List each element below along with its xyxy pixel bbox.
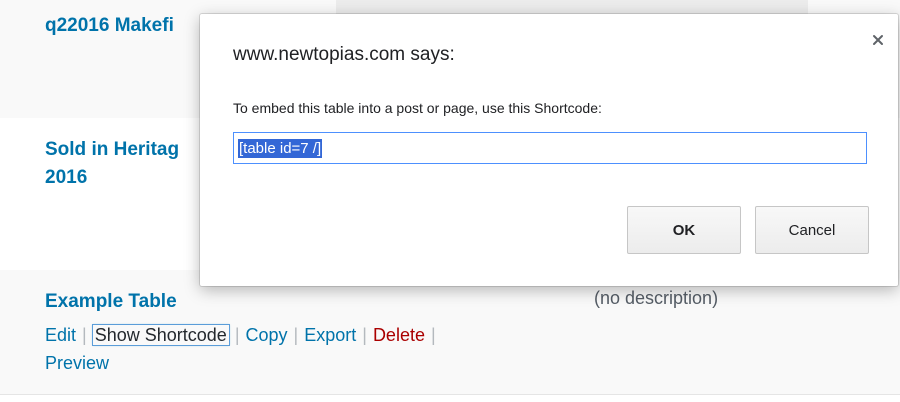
row-title-line1[interactable]: Sold in Heritag [45, 139, 179, 160]
row-title-example-table[interactable]: Example Table [45, 288, 177, 316]
javascript-prompt-dialog: www.newtopias.com says: To embed this ta… [200, 14, 898, 286]
row-title-line2[interactable]: 2016 [45, 167, 87, 188]
edit-link[interactable]: Edit [45, 325, 76, 345]
shortcode-input[interactable]: [table id=7 /] [233, 132, 867, 164]
delete-link[interactable]: Delete [373, 325, 425, 345]
row-title-sold-in-heritage[interactable]: Sold in Heritag 2016 [45, 136, 179, 192]
dialog-message: To embed this table into a post or page,… [233, 100, 602, 116]
copy-link[interactable]: Copy [246, 325, 288, 345]
close-icon-glyph [873, 35, 883, 45]
row-title-q22016[interactable]: q22016 Makefi [45, 12, 174, 40]
row-description: (no description) [594, 288, 719, 308]
close-icon[interactable] [868, 30, 888, 50]
show-shortcode-link[interactable]: Show Shortcode [91, 324, 230, 346]
action-separator: | [82, 325, 87, 345]
export-link[interactable]: Export [304, 325, 356, 345]
row-divider [0, 394, 900, 395]
preview-link[interactable]: Preview [45, 350, 565, 376]
action-separator: | [362, 325, 367, 345]
action-separator: | [293, 325, 299, 345]
shortcode-input-value[interactable]: [table id=7 /] [238, 138, 323, 158]
cancel-button[interactable]: Cancel [755, 206, 869, 254]
dialog-host-text: www.newtopias.com says: [233, 44, 455, 65]
row-actions: Edit | Show Shortcode | Copy | Export | Delete | … [45, 322, 565, 376]
action-separator: | [234, 325, 240, 345]
action-separator: | [430, 325, 436, 345]
ok-button[interactable]: OK [627, 206, 741, 254]
